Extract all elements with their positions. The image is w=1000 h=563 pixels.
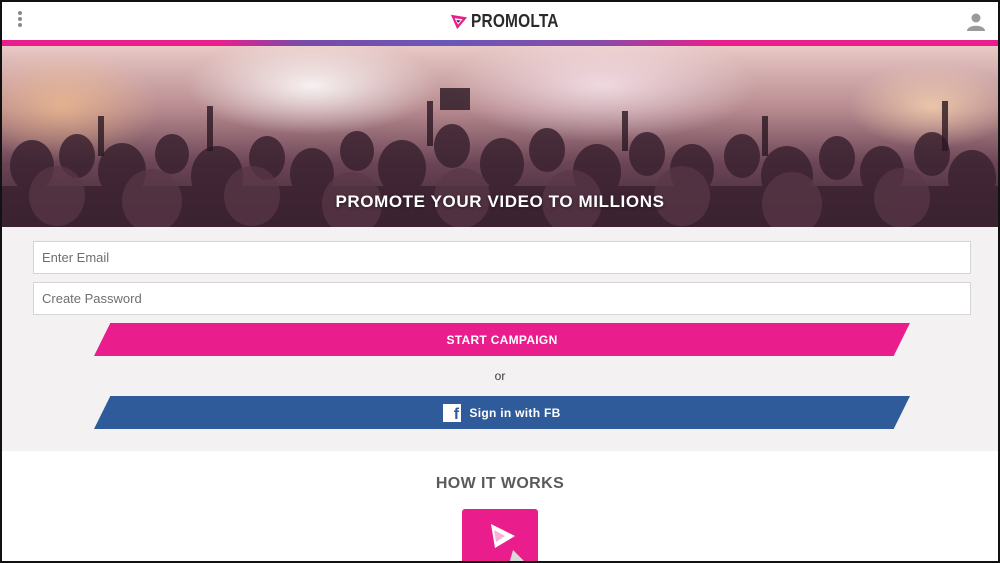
facebook-signin-label: Sign in with FB	[469, 405, 561, 420]
signup-form: START CAMPAIGN or f Sign in with FB	[2, 227, 998, 451]
how-it-works-title: HOW IT WORKS	[435, 475, 565, 492]
app-window: PROMOLTA PROMOTE YOUR VIDEO TO MILLIONS …	[0, 0, 1000, 563]
start-campaign-label: START CAMPAIGN	[446, 332, 558, 347]
facebook-signin-button[interactable]: f Sign in with FB	[94, 396, 910, 429]
brand-name: PROMOLTA	[471, 10, 559, 31]
vertical-dots-icon[interactable]	[15, 11, 25, 31]
promolta-logo-icon	[450, 14, 468, 30]
email-input[interactable]	[33, 241, 971, 274]
hero-banner: PROMOTE YOUR VIDEO TO MILLIONS	[2, 46, 998, 227]
facebook-icon: f	[443, 403, 462, 422]
start-campaign-button[interactable]: START CAMPAIGN	[94, 323, 910, 356]
user-icon[interactable]	[966, 12, 986, 32]
or-separator: or	[494, 369, 506, 383]
top-bar: PROMOLTA	[2, 2, 998, 41]
password-input[interactable]	[33, 282, 971, 315]
how-it-works-section: HOW IT WORKS	[2, 451, 998, 561]
brand-logo[interactable]: PROMOLTA	[450, 10, 573, 32]
hero-title: PROMOTE YOUR VIDEO TO MILLIONS	[335, 192, 665, 211]
play-video-icon	[462, 509, 538, 561]
